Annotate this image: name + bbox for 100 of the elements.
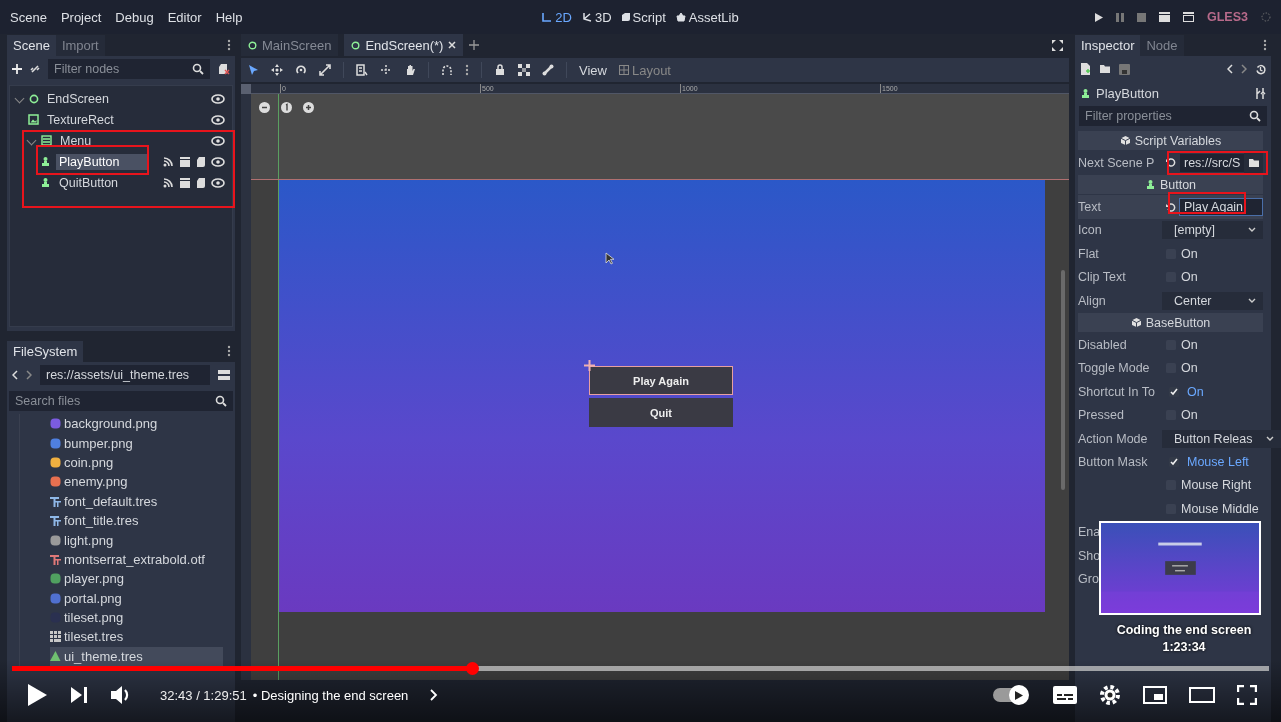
script-remove-icon[interactable] [218,63,230,75]
more-icon[interactable] [1263,39,1267,51]
lock-icon[interactable] [494,64,506,76]
checkbox[interactable]: On [1162,268,1263,287]
pause-icon[interactable] [1116,12,1124,22]
select-arrow-icon[interactable] [247,64,259,76]
checkbox[interactable]: On [1162,336,1263,355]
node-name[interactable]: TextureRect [44,111,117,128]
dock-tab[interactable]: Scene [7,35,56,56]
add-tab-icon[interactable] [469,40,480,50]
section-header[interactable]: BaseButton [1078,313,1263,333]
file-name[interactable]: tileset.png [64,610,124,626]
next-icon[interactable] [70,686,88,704]
dock-tab[interactable]: Inspector [1075,35,1141,56]
move-icon[interactable] [271,64,283,76]
signal-icon[interactable] [162,155,174,168]
checkbox[interactable]: On [1162,406,1263,425]
file-name[interactable]: background.png [64,416,158,432]
search-icon[interactable] [215,395,227,407]
search-icon[interactable] [192,63,204,75]
search-icon[interactable] [1249,110,1261,122]
eye-icon[interactable] [211,114,225,125]
dock-tab[interactable]: Import [55,35,105,56]
menu-item[interactable]: Help [215,9,243,25]
checkbox[interactable]: On [1162,244,1263,263]
eye-icon[interactable] [211,135,225,146]
list-select-icon[interactable] [356,64,368,76]
clapperboard-icon[interactable] [179,155,191,168]
back-icon[interactable] [12,370,18,380]
play-icon[interactable] [1095,12,1103,22]
eye-icon[interactable] [211,177,225,188]
zoom-out-icon[interactable] [259,102,270,113]
file-name[interactable]: font_default.tres [64,493,158,509]
filter-field[interactable]: Filter nodes [48,59,210,79]
checkbox[interactable]: On [1162,382,1263,401]
history-icon[interactable] [1255,63,1266,75]
section-header[interactable]: Button [1078,175,1263,195]
chapter-title[interactable]: • Designing the end screen [252,687,409,703]
file-name[interactable]: coin.png [64,454,114,470]
scrollbar[interactable] [1061,270,1065,490]
script-icon[interactable] [196,176,206,189]
node-name[interactable]: PlayButton [56,153,150,170]
dropdown[interactable]: [empty] [1162,221,1263,240]
file-name[interactable]: enemy.png [64,474,128,490]
toolbar-menu[interactable]: View [579,62,607,78]
clapperboard-icon[interactable] [1183,12,1194,22]
checkbox[interactable]: On [1162,359,1263,378]
script-icon[interactable] [196,155,206,168]
document-tab[interactable]: EndScreen(*) [344,34,464,56]
hand-icon[interactable] [404,64,416,76]
scale-icon[interactable] [319,64,331,76]
workspace-tab[interactable]: 3D [581,9,612,25]
more-icon[interactable] [227,345,231,357]
fullscreen-icon[interactable] [1237,685,1257,705]
eye-icon[interactable] [211,93,225,104]
split-view-icon[interactable] [218,370,230,380]
forward-icon[interactable] [26,370,32,380]
more-icon[interactable] [227,39,231,51]
menu-item[interactable]: Scene [10,9,47,25]
node-name[interactable]: QuitButton [56,174,122,191]
workspace-tab[interactable]: 2D [542,9,572,25]
renderer-menu[interactable]: GLES3 [1207,10,1248,24]
subtitles-icon[interactable] [1053,686,1077,704]
dock-tab[interactable]: FileSystem [7,341,84,362]
file-name[interactable]: player.png [64,571,124,587]
path-field[interactable]: res://assets/ui_theme.tres [40,365,210,385]
back-icon[interactable] [1227,64,1233,74]
file-name[interactable]: bumper.png [64,435,133,451]
file-name[interactable]: montserrat_extrabold.otf [64,551,205,567]
file-name[interactable]: portal.png [64,590,122,606]
more-icon[interactable] [465,64,469,76]
play-icon[interactable] [26,683,48,707]
autoplay-toggle[interactable] [993,688,1027,702]
checkbox[interactable]: Mouse Right [1162,476,1263,495]
add-icon[interactable] [12,64,22,74]
folder-icon[interactable] [1247,157,1260,168]
pivot-icon[interactable] [380,64,392,76]
snap-icon[interactable] [441,64,453,76]
tools-icon[interactable] [1255,87,1266,99]
fullscreen-icon[interactable] [1052,39,1063,51]
settings-icon[interactable] [1099,684,1121,706]
zoom-in-icon[interactable] [303,102,314,113]
file-name[interactable]: ui_theme.tres [64,648,143,664]
rotate-icon[interactable] [295,64,307,76]
filter-field[interactable]: Filter properties [1079,106,1267,126]
dropdown[interactable]: Button Releas [1162,429,1281,448]
link-icon[interactable] [30,64,40,74]
dropdown[interactable]: Center [1162,291,1263,310]
clapperboard-icon[interactable] [1159,12,1170,22]
section-header[interactable]: Script Variables [1078,131,1263,150]
path-field[interactable]: res://src/S [1180,153,1245,172]
forward-icon[interactable] [1241,64,1247,74]
clapperboard-icon[interactable] [179,176,191,189]
menu-item[interactable]: Project [60,9,102,25]
close-icon[interactable] [448,41,457,49]
save-icon[interactable] [1119,63,1130,75]
new-script-icon[interactable] [1080,63,1091,75]
eye-icon[interactable] [211,156,225,167]
bone-icon[interactable] [542,64,554,76]
menu-item[interactable]: Editor [167,9,202,25]
